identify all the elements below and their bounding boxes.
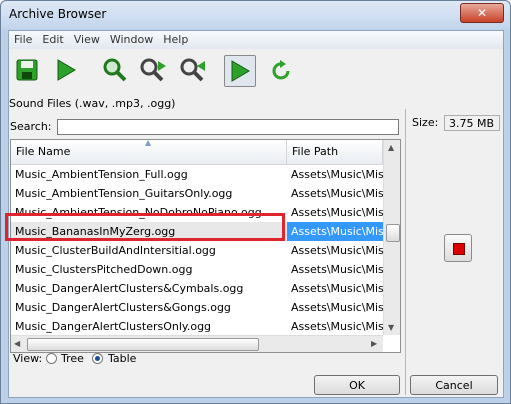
menu-edit[interactable]: Edit	[37, 31, 68, 46]
view-tree-label[interactable]: Tree	[61, 352, 84, 365]
stop-button[interactable]	[444, 234, 472, 262]
annotation-highlight-box	[5, 213, 285, 241]
vertical-scrollbar[interactable]: ▲ ▼	[383, 140, 400, 335]
search-label: Search:	[10, 120, 52, 133]
close-button[interactable]: ✕	[460, 3, 504, 23]
column-header-file-path[interactable]: File Path	[287, 140, 383, 164]
file-path-cell: Assets\Music\Missi	[291, 282, 383, 295]
refresh-icon	[272, 60, 290, 80]
panel-divider[interactable]	[405, 109, 406, 395]
column-header-file-path-label: File Path	[292, 145, 339, 158]
file-path-cell: Assets\Music\Missi	[291, 168, 383, 181]
ok-button[interactable]: OK	[314, 375, 400, 395]
file-name-cell: Music_DangerAlertClusters&Gongs.ogg	[15, 301, 231, 314]
autoplay-icon	[231, 60, 250, 82]
size-label: Size:	[412, 116, 439, 129]
refresh-button[interactable]	[267, 55, 297, 85]
scroll-up-icon[interactable]: ▲	[388, 143, 394, 152]
horizontal-scroll-thumb[interactable]	[27, 338, 259, 351]
table-row[interactable]: Music_ClustersPitchedDown.ogg Assets\Musi…	[11, 260, 383, 279]
file-path-cell: Assets\Music\Missi	[291, 320, 383, 333]
search-previous-icon	[180, 58, 205, 82]
search-previous-button[interactable]	[177, 55, 207, 85]
column-header-file-name-label: File Name	[16, 145, 71, 158]
sort-ascending-icon: ▲	[145, 139, 152, 147]
view-label: View:	[13, 352, 43, 365]
table-row[interactable]: Music_DangerAlertClusters&Gongs.ogg Asset…	[11, 298, 383, 317]
close-icon: ✕	[476, 6, 488, 20]
stop-icon	[453, 243, 465, 255]
table-body: Music_AmbientTension_Full.ogg Assets\Musi…	[11, 165, 383, 336]
play-button[interactable]	[51, 55, 81, 85]
save-icon	[16, 59, 38, 81]
table-row[interactable]: Music_AmbientTension_GuitarsOnly.ogg Asse…	[11, 184, 383, 203]
file-table: File Name ▲ File Path Music_AmbientTensi…	[10, 139, 401, 353]
file-path-cell: Assets\Music\Missi	[291, 244, 383, 257]
view-table-radio[interactable]	[92, 353, 103, 364]
file-name-cell: Music_DangerAlertClustersOnly.ogg	[15, 320, 212, 333]
search-button[interactable]	[100, 55, 130, 85]
column-header-file-name[interactable]: File Name ▲	[11, 140, 287, 164]
view-table-label[interactable]: Table	[108, 352, 136, 365]
title-bar[interactable]: Archive Browser ✕	[1, 1, 510, 29]
filter-label: Sound Files (.wav, .mp3, .ogg)	[9, 97, 176, 110]
cancel-button[interactable]: Cancel	[410, 375, 498, 395]
table-row[interactable]: Music_AmbientTension_Full.ogg Assets\Musi…	[11, 165, 383, 184]
table-row[interactable]: Music_ClusterBuildAndIntersitial.ogg Asse…	[11, 241, 383, 260]
menu-bar: File Edit View Window Help	[9, 31, 503, 49]
scroll-left-icon[interactable]: ◀	[14, 339, 20, 348]
file-name-cell: Music_AmbientTension_GuitarsOnly.ogg	[15, 187, 233, 200]
table-header: File Name ▲ File Path	[11, 140, 383, 165]
search-icon	[103, 58, 127, 82]
menu-view[interactable]: View	[69, 31, 105, 46]
file-path-cell: Assets\Music\Missi	[291, 206, 383, 219]
scroll-down-icon[interactable]: ▼	[388, 323, 394, 332]
menu-help[interactable]: Help	[158, 31, 193, 46]
menu-file[interactable]: File	[9, 31, 37, 46]
file-path-cell: Assets\Music\Missi	[291, 301, 383, 314]
file-name-cell: Music_ClusterBuildAndIntersitial.ogg	[15, 244, 216, 257]
file-name-cell: Music_AmbientTension_Full.ogg	[15, 168, 188, 181]
toolbar	[9, 50, 503, 90]
table-row[interactable]: Music_DangerAlertClustersOnly.ogg Assets\…	[11, 317, 383, 336]
file-name-cell: Music_ClustersPitchedDown.ogg	[15, 263, 193, 276]
archive-browser-window: Archive Browser ✕ File Edit View Window Help	[0, 0, 511, 404]
file-name-cell: Music_DangerAlertClusters&Cymbals.ogg	[15, 282, 244, 295]
size-value: 3.75 MB	[444, 115, 500, 131]
menu-window[interactable]: Window	[105, 31, 158, 46]
vertical-scroll-thumb[interactable]	[386, 224, 400, 242]
play-icon	[57, 59, 76, 81]
table-row[interactable]: Music_DangerAlertClusters&Cymbals.ogg Ass…	[11, 279, 383, 298]
file-path-cell: Assets\Music\Missi	[291, 263, 383, 276]
search-next-icon	[140, 58, 166, 82]
view-tree-radio[interactable]	[46, 353, 57, 364]
autoplay-toggle[interactable]	[224, 55, 256, 87]
file-path-cell: Assets\Music\Missi	[291, 187, 383, 200]
search-input[interactable]	[57, 119, 399, 135]
save-button[interactable]	[12, 55, 42, 85]
search-next-button[interactable]	[138, 55, 168, 85]
window-title: Archive Browser	[9, 7, 107, 21]
scroll-right-icon[interactable]: ▶	[371, 339, 377, 348]
horizontal-scrollbar[interactable]: ◀ ▶	[11, 335, 383, 352]
file-path-cell: Assets\Music\Missi	[287, 222, 383, 241]
